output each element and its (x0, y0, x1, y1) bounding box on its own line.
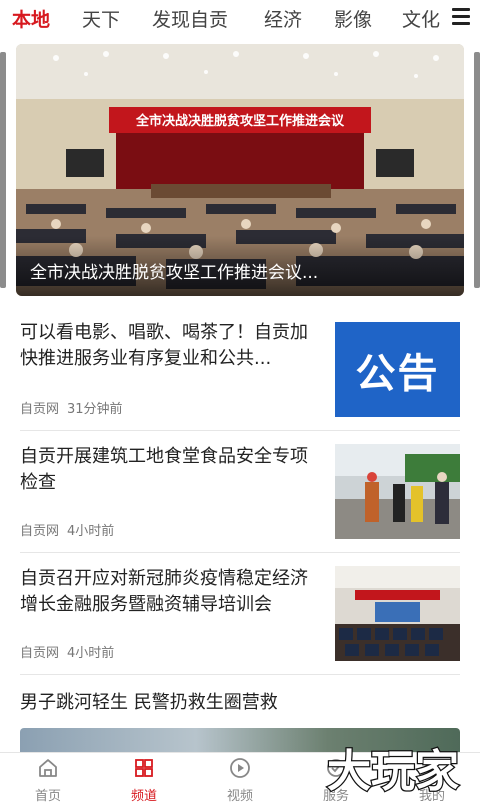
hero-caption: 全市决战决胜脱贫攻坚工作推进会议... (30, 263, 319, 283)
nav-label: 视频 (226, 789, 253, 804)
news-thumbnail[interactable]: 公告 (335, 322, 460, 417)
news-meta: 自贡网 4小时前 (20, 642, 114, 661)
news-time: 4小时前 (67, 524, 115, 539)
tab-image[interactable]: 影像 (334, 5, 372, 32)
news-title[interactable]: 可以看电影、唱歌、喝茶了！自贡加快推进服务业有序复业和公共... (20, 320, 320, 372)
divider (20, 674, 460, 675)
nav-home[interactable]: 首页 (18, 757, 78, 804)
divider (20, 430, 460, 431)
hero-banner-text: 全市决战决胜脱贫攻坚工作推进会议 (135, 113, 345, 129)
news-item[interactable]: 自贡召开应对新冠肺炎疫情稳定经济增长金融服务暨融资辅导培训会 自贡网 4小时前 (20, 566, 460, 671)
hero-carousel: 全市决战决胜脱贫攻坚工作推进会议 全市决战决胜脱贫攻坚工作推进会议... (0, 44, 480, 296)
news-thumbnail[interactable] (335, 566, 460, 661)
nav-channels[interactable]: 频道 (114, 757, 174, 804)
notice-label: 公告 (355, 350, 440, 397)
news-title[interactable]: 男子跳河轻生 民警扔救生圈营救 (20, 688, 278, 714)
news-title[interactable]: 自贡开展建筑工地食堂食品安全专项检查 (20, 444, 320, 496)
news-source: 自贡网 (20, 646, 60, 661)
menu-icon[interactable] (452, 8, 470, 26)
news-item[interactable]: 自贡开展建筑工地食堂食品安全专项检查 自贡网 4小时前 (20, 444, 460, 549)
conference-photo (335, 566, 460, 661)
news-meta: 自贡网 4小时前 (20, 520, 114, 539)
tab-culture[interactable]: 文化 (402, 5, 440, 32)
news-thumbnail[interactable] (335, 444, 460, 539)
hero-slide[interactable]: 全市决战决胜脱贫攻坚工作推进会议 全市决战决胜脱贫攻坚工作推进会议... (16, 44, 464, 296)
watermark-logo: 大玩家 (326, 745, 461, 794)
tab-economy[interactable]: 经济 (264, 5, 302, 32)
news-title[interactable]: 自贡召开应对新冠肺炎疫情稳定经济增长金融服务暨融资辅导培训会 (20, 566, 320, 618)
play-icon (230, 758, 250, 778)
nav-label: 频道 (130, 789, 157, 804)
tab-discover-zigong[interactable]: 发现自贡 (152, 5, 228, 32)
tab-world[interactable]: 天下 (82, 5, 120, 32)
nav-video[interactable]: 视频 (210, 757, 270, 804)
news-source: 自贡网 (20, 524, 60, 539)
divider (20, 552, 460, 553)
inspection-photo (335, 444, 460, 539)
tab-local[interactable]: 本地 (12, 5, 50, 32)
news-meta: 自贡网 31分钟前 (20, 398, 123, 417)
grid-icon (135, 759, 153, 777)
news-source: 自贡网 (20, 402, 60, 417)
channel-tab-bar: 本地 天下 发现自贡 经济 影像 文化 (0, 0, 480, 38)
carousel-next-slide[interactable] (474, 52, 480, 288)
nav-label: 首页 (34, 789, 61, 804)
home-icon (39, 759, 57, 777)
news-time: 31分钟前 (67, 402, 123, 417)
carousel-prev-slide[interactable] (0, 52, 6, 288)
news-time: 4小时前 (67, 646, 115, 661)
news-item[interactable]: 可以看电影、唱歌、喝茶了！自贡加快推进服务业有序复业和公共... 自贡网 31分钟… (20, 320, 460, 425)
watermark-text: 大玩家 (327, 746, 459, 794)
